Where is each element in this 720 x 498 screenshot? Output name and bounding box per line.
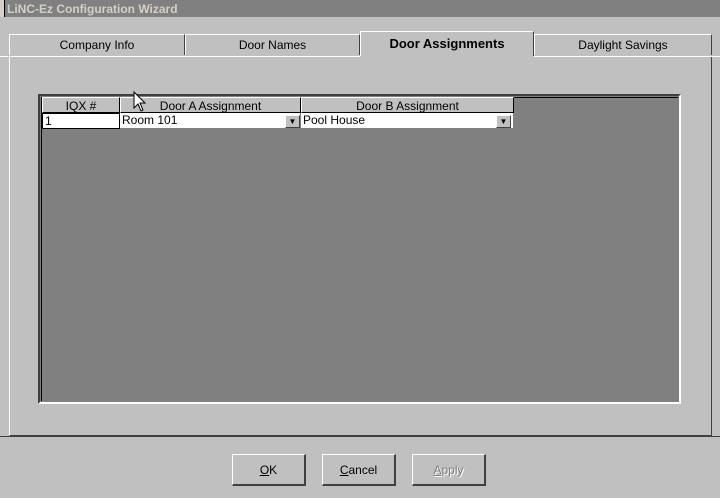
chevron-down-icon[interactable]: ▼ — [285, 115, 300, 128]
panel-divider — [0, 436, 720, 437]
chevron-down-icon[interactable]: ▼ — [496, 115, 511, 128]
title-bar: LiNC-Ez Configuration Wizard — [0, 0, 720, 17]
iqx-cell[interactable]: 1 — [42, 113, 120, 129]
apply-accel: A — [433, 463, 442, 477]
window-title: LiNC-Ez Configuration Wizard — [7, 2, 178, 16]
ok-label: K — [269, 463, 278, 477]
tab-strip: Company Info Door Names Door Assignments… — [0, 17, 720, 59]
ok-accel: O — [259, 463, 270, 477]
title-bar-edge — [0, 0, 5, 17]
column-header-iqx[interactable]: IQX # — [42, 97, 120, 113]
tab-company-info[interactable]: Company Info — [9, 34, 185, 55]
tab-door-names[interactable]: Door Names — [185, 34, 360, 55]
ok-button[interactable]: OK — [232, 454, 306, 486]
cancel-button[interactable]: Cancel — [322, 454, 396, 486]
door-a-select[interactable]: Room 101 — [120, 113, 301, 129]
column-header-door-b[interactable]: Door B Assignment — [301, 97, 514, 113]
tab-door-assignments[interactable]: Door Assignments — [360, 31, 534, 56]
grid-body — [41, 97, 678, 401]
tab-daylight-savings[interactable]: Daylight Savings — [534, 34, 712, 55]
apply-label: pply — [441, 463, 464, 477]
mouse-pointer-icon — [133, 91, 147, 112]
apply-button[interactable]: Apply — [412, 454, 486, 486]
assignment-grid[interactable] — [38, 94, 681, 404]
cancel-label: ancel — [348, 463, 378, 477]
door-b-select[interactable]: Pool House — [301, 113, 514, 129]
